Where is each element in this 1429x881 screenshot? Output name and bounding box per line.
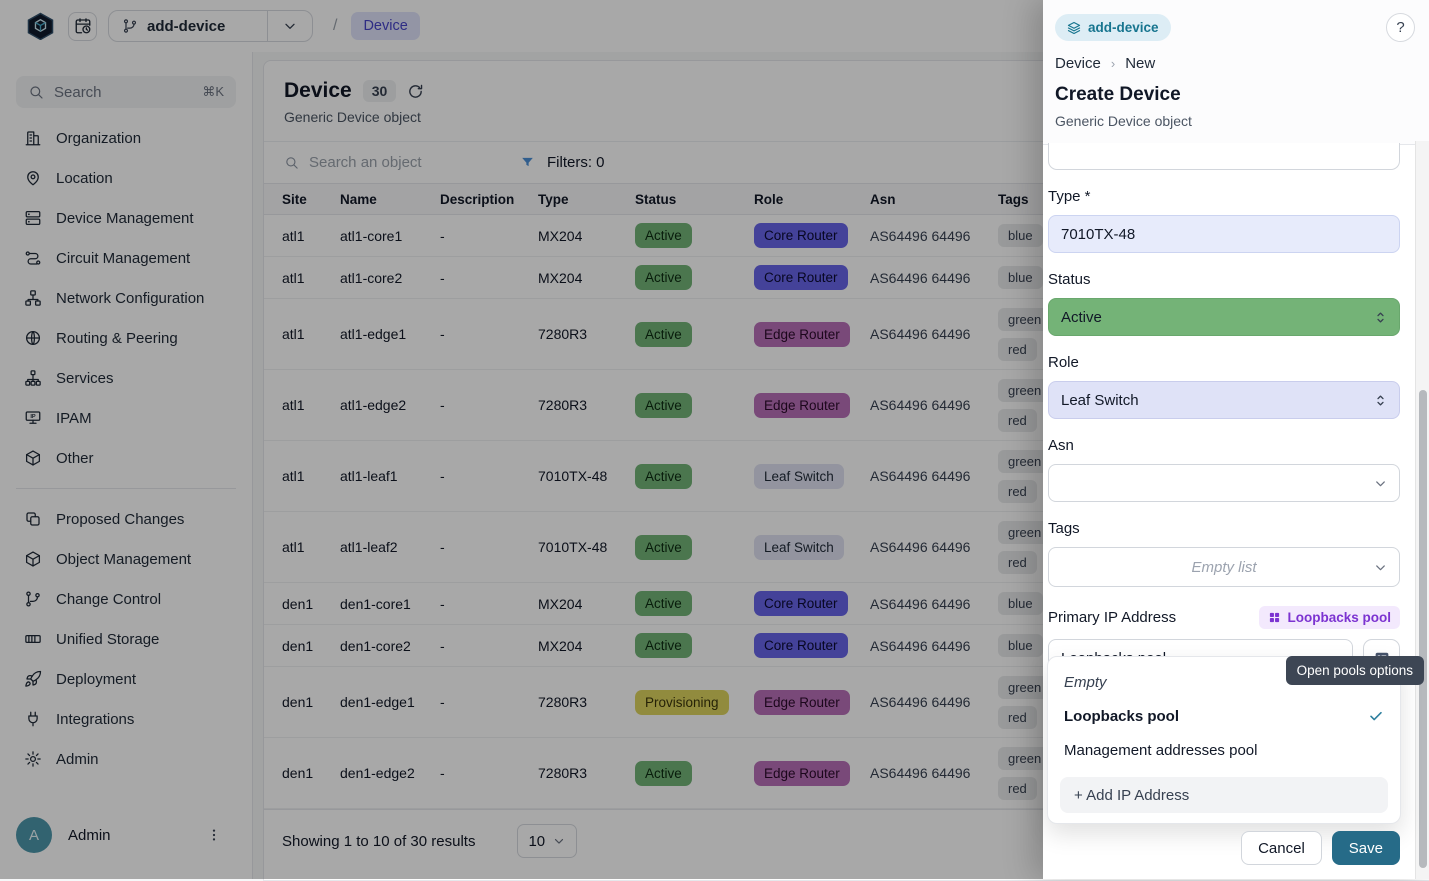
pools-tooltip: Open pools options — [1286, 656, 1424, 685]
pool-grid-icon — [1268, 611, 1281, 624]
name-field-partial[interactable] — [1048, 143, 1400, 170]
type-input[interactable]: 7010TX-48 — [1048, 215, 1400, 253]
asn-select[interactable] — [1048, 464, 1400, 502]
chevrons-up-down-icon — [1373, 393, 1388, 408]
chevron-down-icon — [1373, 560, 1388, 575]
dropdown-option-loopbacks-pool[interactable]: Loopbacks pool — [1048, 699, 1400, 733]
drawer-subtitle: Generic Device object — [1055, 113, 1415, 129]
chevrons-up-down-icon — [1373, 310, 1388, 325]
status-label: Status — [1048, 271, 1400, 288]
status-select[interactable]: Active — [1048, 298, 1400, 336]
layers-icon — [1067, 21, 1081, 35]
cancel-button[interactable]: Cancel — [1241, 831, 1322, 865]
chevron-down-icon — [1373, 476, 1388, 491]
tags-placeholder: Empty list — [1191, 559, 1256, 576]
drawer-title: Create Device — [1055, 84, 1415, 106]
loopbacks-pool-badge[interactable]: Loopbacks pool — [1259, 606, 1400, 629]
check-icon — [1368, 708, 1384, 724]
drawer-scrollbar[interactable] — [1415, 141, 1429, 879]
branch-badge: add-device — [1055, 14, 1171, 41]
create-device-form: Type * 7010TX-48 Status Active Role Leaf… — [1048, 141, 1400, 677]
dropdown-option-management-pool[interactable]: Management addresses pool — [1048, 733, 1400, 767]
help-button[interactable]: ? — [1386, 13, 1415, 42]
scrollbar-thumb[interactable] — [1419, 390, 1427, 868]
role-select[interactable]: Leaf Switch — [1048, 381, 1400, 419]
drawer-footer: Cancel Save — [1241, 831, 1400, 865]
role-label: Role — [1048, 354, 1400, 371]
save-button[interactable]: Save — [1332, 831, 1400, 865]
breadcrumb-current: New — [1125, 55, 1155, 72]
drawer-header: add-device ? Device › New Create Device … — [1043, 0, 1429, 145]
drawer-breadcrumb: Device › New — [1055, 55, 1415, 72]
tags-select[interactable]: Empty list — [1048, 547, 1400, 587]
add-ip-address-button[interactable]: + Add IP Address — [1060, 777, 1388, 813]
tags-label: Tags — [1048, 520, 1400, 537]
primary-ip-label: Primary IP Address — [1048, 609, 1176, 626]
asn-label: Asn — [1048, 437, 1400, 454]
create-device-drawer: add-device ? Device › New Create Device … — [1043, 0, 1429, 879]
chevron-right-icon: › — [1111, 56, 1115, 71]
type-label: Type * — [1048, 188, 1400, 205]
breadcrumb-parent[interactable]: Device — [1055, 55, 1101, 72]
